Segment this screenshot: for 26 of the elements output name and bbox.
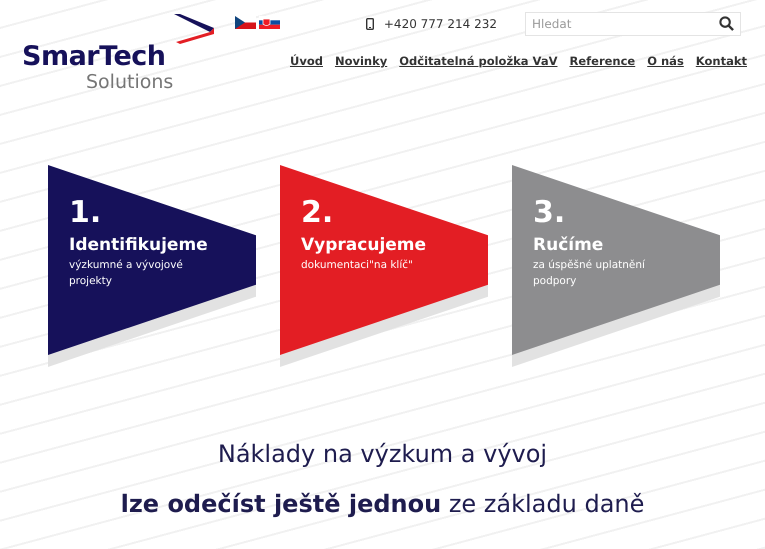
chevron-logo-icon — [174, 14, 214, 44]
nav-link[interactable]: Kontakt — [696, 54, 747, 68]
nav-link[interactable]: O nás — [647, 54, 684, 68]
step-title: Ručíme — [533, 235, 604, 255]
logo-name[interactable]: SmarTech — [22, 42, 166, 72]
step-description: výzkumné a vývojové projekty — [69, 258, 184, 289]
phone-icon — [366, 18, 374, 30]
step-description: za úspěšné uplatnění podpory — [533, 258, 646, 289]
nav-link[interactable]: Novinky — [334, 54, 388, 68]
subheadline: lze odečíst ještě jednou ze základu daně — [120, 490, 646, 518]
flag-icon[interactable] — [235, 16, 256, 29]
step-number: 2. — [301, 195, 334, 231]
phone-number: +420 777 214 232 — [384, 17, 497, 31]
search-field[interactable]: Hledat — [525, 12, 741, 36]
nav-link[interactable]: Odčitatelná položka VaV — [399, 54, 558, 68]
step-number: 3. — [533, 195, 566, 231]
flag-icon[interactable] — [259, 16, 280, 29]
step-number: 1. — [69, 195, 102, 231]
step-title: Vypracujeme — [301, 235, 426, 255]
headline: Náklady na výzkum a vývoj — [216, 440, 548, 468]
search-icon[interactable] — [719, 16, 734, 31]
nav-link[interactable]: Reference — [569, 54, 636, 68]
step-title: Identifikujeme — [69, 235, 208, 255]
nav-link[interactable]: Úvod — [290, 54, 323, 68]
step-description: dokumentaci"na klíč" — [301, 258, 414, 273]
logo-tagline: Solutions — [86, 72, 174, 92]
